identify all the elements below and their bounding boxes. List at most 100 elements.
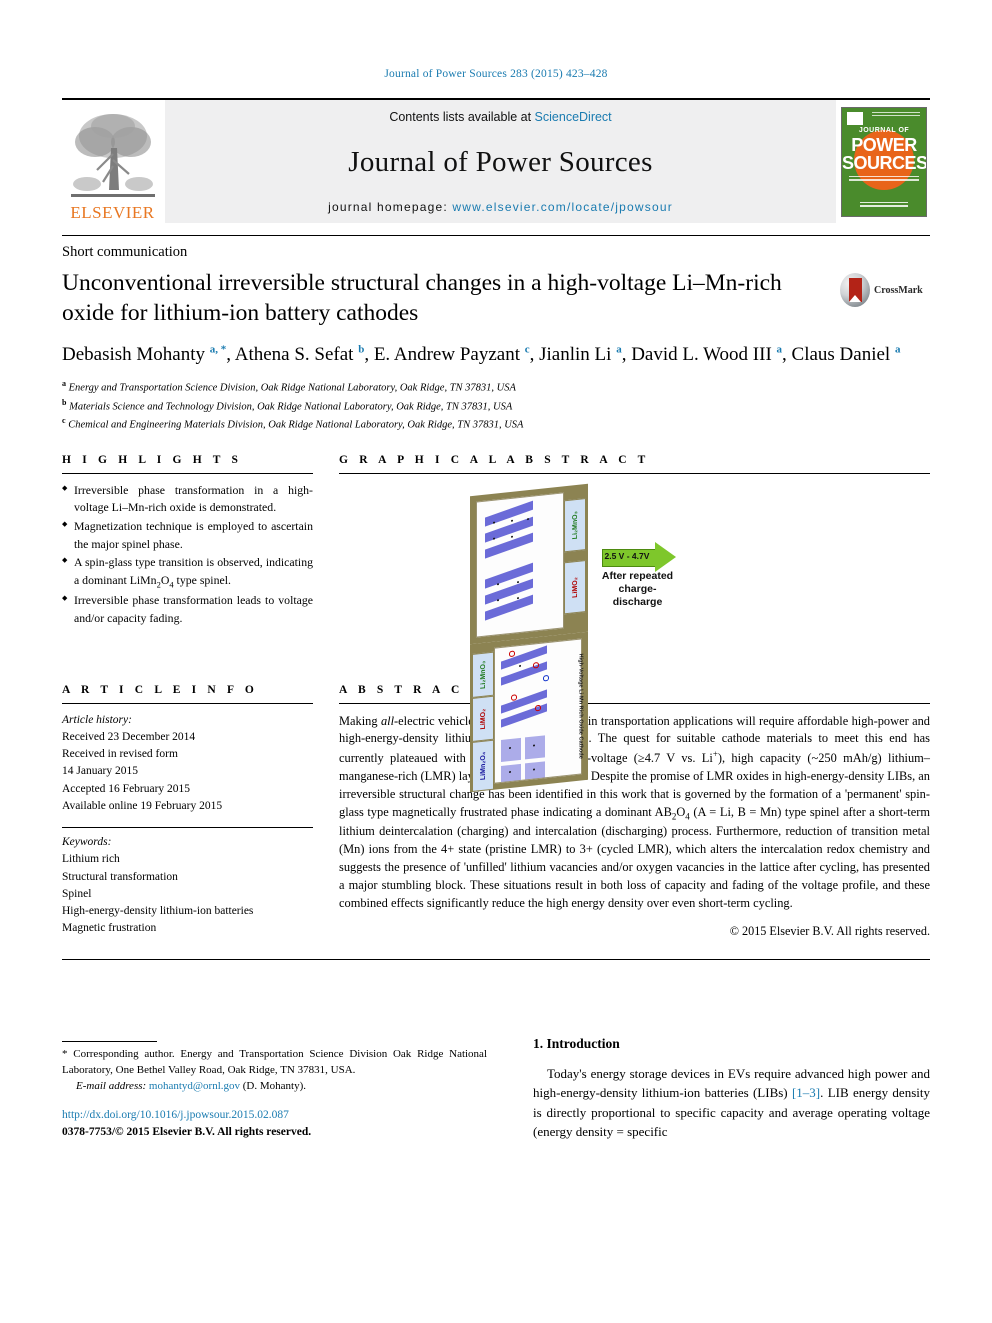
abstract-column: A B S T R A C T Making all-electric vehi… bbox=[313, 684, 930, 939]
highlights-heading: H I G H L I G H T S bbox=[62, 453, 243, 466]
cover-line-1: JOURNAL OF bbox=[858, 126, 910, 134]
cover-footer-lines bbox=[860, 201, 908, 209]
highlights-list: Irreversible phase transformation in a h… bbox=[62, 482, 313, 628]
pristine-lattice-area bbox=[475, 492, 564, 638]
phase-tab-li2mno3: Li₂MnO₃ bbox=[563, 498, 586, 553]
journal-cover: JOURNAL OF POWER SOURCES bbox=[838, 100, 930, 223]
contents-prefix: Contents lists available at bbox=[389, 110, 535, 124]
cover-logo-mark bbox=[847, 111, 863, 125]
body-column-left: * Corresponding author. Energy and Trans… bbox=[62, 1036, 511, 1142]
phase-tab-limo2-cycled: LiMO₂ bbox=[471, 695, 494, 743]
article-category: Short communication bbox=[62, 244, 188, 260]
graphical-abstract-rule bbox=[339, 472, 930, 474]
highlights-rule bbox=[62, 472, 313, 474]
affiliation-b: b Materials Science and Technology Divis… bbox=[62, 397, 930, 415]
corresponding-author-text: * Corresponding author. Energy and Trans… bbox=[62, 1047, 487, 1076]
email-suffix: (D. Mohanty). bbox=[242, 1080, 307, 1093]
keyword-item: Structural transformation bbox=[62, 870, 178, 883]
doi-link[interactable]: http://dx.doi.org/10.1016/j.jpowsour.201… bbox=[62, 1109, 289, 1121]
homepage-prefix: journal homepage: bbox=[328, 200, 453, 214]
keyword-item: Magnetic frustration bbox=[62, 922, 157, 935]
transition-arrow: 2.5 V - 4.7V bbox=[601, 542, 678, 573]
sciencedirect-link[interactable]: ScienceDirect bbox=[535, 110, 612, 124]
cover-line-3: SOURCES bbox=[842, 152, 927, 173]
article-info-column: A R T I C L E I N F O Article history: R… bbox=[62, 684, 313, 939]
highlights-column: H I G H L I G H T S Irreversible phase t… bbox=[62, 454, 313, 658]
article-history: Article history: Received 23 December 20… bbox=[62, 712, 313, 816]
phase-tab-li2mno3-cycled: Li₂MnO₃ bbox=[471, 651, 494, 699]
affiliation-list: a Energy and Transportation Science Divi… bbox=[62, 378, 930, 433]
doi-block: http://dx.doi.org/10.1016/j.jpowsour.201… bbox=[62, 1107, 487, 1142]
keyword-item: Spinel bbox=[62, 887, 92, 900]
homepage-url[interactable]: www.elsevier.com/locate/jpowsour bbox=[452, 200, 672, 214]
article-info-rule bbox=[62, 702, 313, 704]
abstract-heading: A B S T R A C T bbox=[339, 683, 483, 696]
body-column-right: 1. Introduction Today's energy storage d… bbox=[511, 1036, 930, 1142]
pristine-cathode-panel: High-Voltage Li-Mn Rich Oxide Cathode bbox=[469, 483, 588, 645]
keyword-item: High-energy-density lithium-ion batterie… bbox=[62, 905, 254, 918]
introduction-heading: 1. Introduction bbox=[533, 1035, 620, 1051]
history-received: Received 23 December 2014 bbox=[62, 730, 196, 743]
history-revised-date: 14 January 2015 bbox=[62, 765, 139, 778]
highlights-graphical-row: H I G H L I G H T S Irreversible phase t… bbox=[62, 454, 930, 793]
keywords-label: Keywords: bbox=[62, 836, 112, 849]
contents-line: Contents lists available at ScienceDirec… bbox=[389, 110, 611, 124]
journal-title: Journal of Power Sources bbox=[348, 145, 653, 178]
journal-homepage: journal homepage: www.elsevier.com/locat… bbox=[328, 200, 673, 214]
article-info-heading: A R T I C L E I N F O bbox=[62, 683, 258, 696]
affiliation-marker-a: a bbox=[62, 379, 66, 389]
cycled-cathode-panel: Li₂MnO₃ LiMO₂ LiMn₂O₄ High-Voltage Li-Mn… bbox=[469, 631, 588, 793]
list-item: Irreversible phase transformation leads … bbox=[62, 592, 313, 627]
crossmark-label: CrossMark bbox=[874, 284, 923, 296]
list-item: Magnetization technique is employed to a… bbox=[62, 518, 313, 553]
cover-subtitle-lines bbox=[849, 175, 919, 183]
body-columns: * Corresponding author. Energy and Trans… bbox=[62, 1036, 930, 1142]
body-divider bbox=[62, 958, 930, 960]
cycling-caption: After repeated charge-discharge bbox=[601, 570, 674, 608]
crossmark-badge[interactable]: CrossMark bbox=[840, 269, 930, 307]
footnote-block: * Corresponding author. Energy and Trans… bbox=[62, 1040, 487, 1142]
history-label: Article history: bbox=[62, 713, 132, 726]
voltage-range-label: 2.5 V - 4.7V bbox=[604, 551, 650, 562]
elsevier-tree-icon bbox=[67, 108, 159, 204]
cover-header-lines bbox=[872, 111, 920, 116]
title-row: Unconventional irreversible structural c… bbox=[62, 269, 930, 328]
masthead-divider bbox=[62, 235, 930, 236]
abstract-copyright: © 2015 Elsevier B.V. All rights reserved… bbox=[729, 923, 930, 938]
affiliation-c: c Chemical and Engineering Materials Div… bbox=[62, 415, 930, 433]
affiliation-marker-c: c bbox=[62, 416, 66, 426]
history-revised: Received in revised form bbox=[62, 748, 178, 761]
journal-band: Contents lists available at ScienceDirec… bbox=[165, 100, 836, 223]
list-item: Irreversible phase transformation in a h… bbox=[62, 482, 313, 517]
introduction-paragraph: Today's energy storage devices in EVs re… bbox=[533, 1065, 930, 1140]
email-link[interactable]: mohantyd@ornl.gov bbox=[149, 1080, 240, 1092]
phase-tab-limn2o4: LiMn₂O₄ bbox=[471, 739, 494, 793]
page-title: Unconventional irreversible structural c… bbox=[62, 270, 782, 326]
graphical-abstract-figure: High-Voltage Li-Mn Rich Oxide Cathode bbox=[339, 483, 930, 793]
cycled-cathode-label: High-Voltage Li-Mn Rich Oxide Cathode bbox=[577, 653, 583, 760]
journal-masthead: ELSEVIER Contents lists available at Sci… bbox=[62, 98, 930, 223]
abstract-rule bbox=[339, 702, 930, 704]
article-page: Journal of Power Sources 283 (2015) 423–… bbox=[0, 0, 992, 1323]
history-accepted: Accepted 16 February 2015 bbox=[62, 782, 191, 795]
affiliation-text-c: Chemical and Engineering Materials Divis… bbox=[68, 419, 524, 431]
elsevier-logo: ELSEVIER bbox=[62, 100, 163, 223]
abstract-body: Making all-electric vehicles (EVs) commo… bbox=[339, 713, 930, 910]
running-head: Journal of Power Sources 283 (2015) 423–… bbox=[384, 68, 608, 80]
corresponding-author-note: * Corresponding author. Energy and Trans… bbox=[62, 1046, 487, 1094]
issn-line: 0378-7753/© 2015 Elsevier B.V. All right… bbox=[62, 1126, 312, 1139]
cycled-lattice-area bbox=[493, 638, 582, 784]
journal-cover-image: JOURNAL OF POWER SOURCES bbox=[841, 106, 927, 217]
elsevier-wordmark: ELSEVIER bbox=[70, 203, 155, 222]
affiliation-marker-b: b bbox=[62, 397, 67, 407]
email-label: E-mail address: bbox=[76, 1080, 147, 1093]
keywords-block: Keywords: Lithium rich Structural transf… bbox=[62, 827, 313, 938]
footnote-rule bbox=[62, 1040, 157, 1042]
crossmark-icon bbox=[840, 273, 870, 307]
affiliation-text-b: Materials Science and Technology Divisio… bbox=[69, 401, 513, 413]
list-item: A spin-glass type transition is observed… bbox=[62, 554, 313, 591]
affiliation-text-a: Energy and Transportation Science Divisi… bbox=[68, 382, 516, 394]
phase-tab-limo2: LiMO₂ bbox=[563, 560, 586, 615]
author-list: Debasish Mohanty a, *, Athena S. Sefat b… bbox=[62, 343, 901, 366]
keyword-item: Lithium rich bbox=[62, 853, 120, 866]
